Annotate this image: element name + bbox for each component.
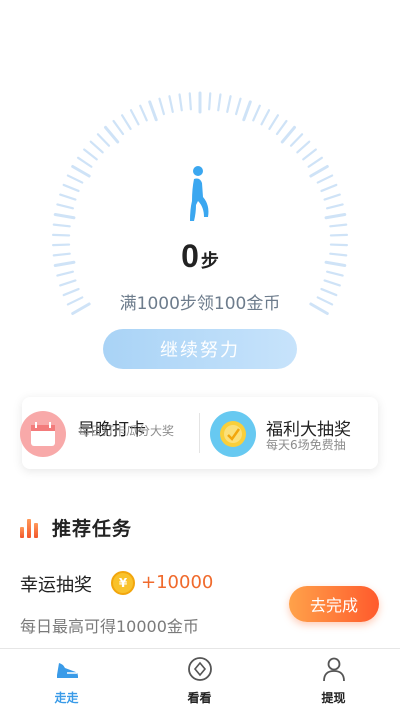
- dial-tick: [59, 279, 77, 287]
- tab-walk[interactable]: 走走: [0, 649, 133, 711]
- bottom-tab-bar: 走走 看看 提现: [0, 648, 400, 711]
- dial-tick: [178, 93, 183, 112]
- dial-tick: [275, 119, 288, 136]
- dial-tick: [59, 193, 77, 201]
- tab-withdraw[interactable]: 提现: [267, 649, 400, 711]
- dial-tick: [316, 174, 334, 184]
- dial-tick: [139, 104, 148, 122]
- dial-tick: [83, 148, 98, 161]
- dial-tick: [329, 223, 348, 228]
- task-name: 幸运抽奖: [20, 575, 92, 596]
- dial-tick: [104, 125, 120, 144]
- dial-tick: [268, 114, 279, 131]
- dial-tick: [320, 183, 338, 193]
- dial-tick: [71, 165, 91, 178]
- dial-tick: [252, 104, 261, 122]
- dial-tick: [302, 148, 317, 161]
- dial-tick: [296, 140, 311, 154]
- section-title: 推荐任务: [52, 518, 133, 540]
- dial-tick: [324, 212, 347, 220]
- shoe-icon: [57, 663, 78, 678]
- bar-chart-icon: [20, 518, 38, 538]
- dial-tick: [289, 133, 304, 147]
- keep-going-button[interactable]: 继续努力: [103, 329, 297, 369]
- lottery-card-subtitle: 每天6场免费抽: [266, 438, 346, 452]
- dial-tick: [235, 97, 242, 116]
- step-count: 0步: [0, 238, 400, 275]
- dial-tick: [260, 109, 271, 126]
- lottery-card[interactable]: 福利大抽奖 每天6场免费抽: [199, 397, 378, 469]
- calendar-icon: [20, 411, 66, 457]
- step-count-unit: 步: [200, 251, 219, 272]
- dial-tick: [323, 193, 341, 201]
- dial-tick: [158, 97, 165, 116]
- dial-tick: [56, 203, 74, 210]
- dial-tick: [89, 140, 104, 154]
- dial-tick: [280, 125, 296, 144]
- tab-watch[interactable]: 看看: [133, 649, 266, 711]
- task-description: 每日最高可得10000金币: [20, 617, 199, 636]
- walking-person-icon: [190, 166, 209, 221]
- recommended-tasks-header: 推荐任务: [20, 514, 132, 541]
- dial-tick: [129, 109, 140, 126]
- dial-tick: [208, 92, 212, 111]
- dial-tick: [62, 183, 80, 193]
- user-icon: [323, 657, 345, 682]
- dial-tick: [96, 133, 111, 147]
- dial-tick: [326, 203, 344, 210]
- dial-tick: [77, 156, 93, 168]
- dial-tick: [329, 233, 349, 237]
- dial-tick: [112, 119, 125, 136]
- dial-tick: [148, 100, 158, 122]
- complete-task-button[interactable]: 去完成: [289, 586, 379, 622]
- task-reward: +10000: [141, 572, 214, 593]
- tab-watch-label: 看看: [187, 691, 212, 705]
- dial-tick: [226, 95, 232, 113]
- compass-icon: [188, 657, 212, 681]
- tab-withdraw-label: 提现: [321, 691, 346, 705]
- tab-walk-label: 走走: [54, 691, 79, 705]
- gift-coin-icon: [210, 411, 256, 457]
- dial-tick: [52, 223, 71, 228]
- dial-tick: [66, 174, 84, 184]
- step-goal-text: 满1000步领100金币: [119, 294, 281, 314]
- dial-tick: [51, 233, 71, 237]
- checkin-card-subtitle: 每日打卡瓜分大奖: [78, 424, 175, 438]
- dial-tick: [53, 212, 76, 220]
- dial-tick: [188, 92, 192, 111]
- dial-tick: [217, 93, 222, 112]
- feature-cards: 早晚打卡 每日打卡瓜分大奖 福利大抽奖 每天6场免费抽: [20, 397, 378, 469]
- dial-tick: [309, 165, 329, 178]
- coin-icon: ¥: [111, 571, 135, 595]
- dial-tick: [242, 100, 252, 122]
- dial-tick: [168, 95, 174, 113]
- card-divider: [199, 413, 200, 453]
- dial-tick: [307, 156, 323, 168]
- checkin-card[interactable]: 早晚打卡 每日打卡瓜分大奖: [20, 397, 200, 469]
- dial-tick: [323, 279, 341, 287]
- dial-tick: [121, 114, 132, 131]
- step-count-value: 0: [181, 238, 199, 274]
